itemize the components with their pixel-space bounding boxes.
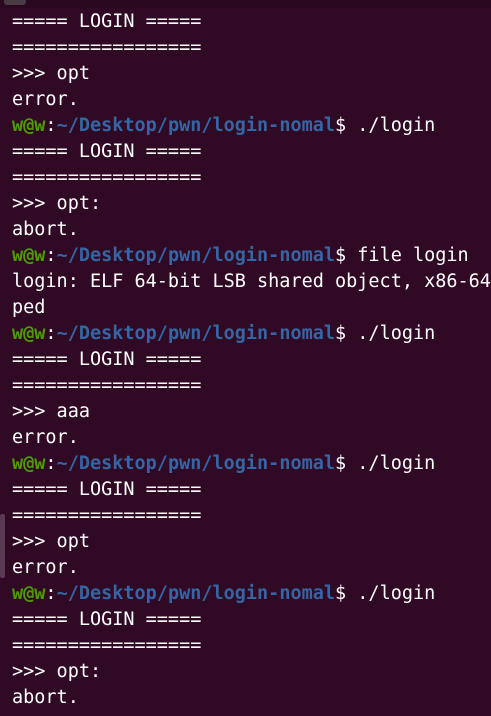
prompt-line: w@w:~/Desktop/pwn/login-nomal$ ./login bbox=[12, 113, 491, 139]
prompt-separator: : bbox=[45, 115, 57, 136]
prompt-separator: : bbox=[45, 323, 57, 344]
output-line: ===== LOGIN ===== bbox=[12, 349, 202, 370]
prompt-symbol: $ bbox=[335, 115, 347, 136]
output-line: >>> opt: bbox=[12, 661, 102, 682]
prompt-user-host: w@w bbox=[12, 583, 46, 604]
prompt-separator: : bbox=[45, 453, 57, 474]
output-line: login: ELF 64-bit LSB shared object, x86… bbox=[12, 271, 491, 292]
prompt-command: file login bbox=[346, 245, 469, 266]
prompt-line: w@w:~/Desktop/pwn/login-nomal$ ./login bbox=[12, 451, 491, 477]
output-line: ================= bbox=[12, 505, 202, 526]
output-line: ================= bbox=[12, 375, 202, 396]
prompt-line: w@w:~/Desktop/pwn/login-nomal$ ./login bbox=[12, 321, 491, 347]
output-line: error. bbox=[12, 89, 79, 110]
output-line: ================= bbox=[12, 167, 202, 188]
prompt-path: ~/Desktop/pwn/login-nomal bbox=[56, 453, 336, 474]
prompt-symbol: $ bbox=[335, 245, 347, 266]
output-line: ===== LOGIN ===== bbox=[12, 11, 202, 32]
output-line: ===== LOGIN ===== bbox=[12, 479, 202, 500]
output-line: >>> opt bbox=[12, 63, 90, 84]
output-line: ================= bbox=[12, 635, 202, 656]
output-line: error. bbox=[12, 557, 79, 578]
prompt-command: ./login bbox=[346, 323, 436, 344]
prompt-command: ./login bbox=[346, 453, 436, 474]
prompt-command: ./login bbox=[346, 115, 436, 136]
output-line: abort. bbox=[12, 687, 79, 708]
output-line: >>> opt: bbox=[12, 193, 102, 214]
output-line: ===== LOGIN ===== bbox=[12, 609, 202, 630]
prompt-symbol: $ bbox=[335, 583, 347, 604]
prompt-separator: : bbox=[45, 245, 57, 266]
terminal-output: ===== LOGIN ===== ================= >>> op… bbox=[12, 9, 491, 711]
tab-handle[interactable] bbox=[4, 0, 26, 5]
prompt-user-host: w@w bbox=[12, 245, 46, 266]
output-line: ped bbox=[12, 297, 46, 318]
output-line: >>> opt bbox=[12, 531, 90, 552]
output-line: ================= bbox=[12, 37, 202, 58]
prompt-separator: : bbox=[45, 583, 57, 604]
prompt-line: w@w:~/Desktop/pwn/login-nomal$ file logi… bbox=[12, 243, 491, 269]
prompt-path: ~/Desktop/pwn/login-nomal bbox=[56, 323, 336, 344]
prompt-symbol: $ bbox=[335, 323, 347, 344]
prompt-command: ./login bbox=[346, 583, 436, 604]
output-line: ===== LOGIN ===== bbox=[12, 141, 202, 162]
output-line: abort. bbox=[12, 219, 79, 240]
prompt-user-host: w@w bbox=[12, 453, 46, 474]
terminal-window[interactable]: ===== LOGIN ===== ================= >>> op… bbox=[0, 0, 491, 716]
scrollbar-indicator[interactable] bbox=[0, 514, 5, 578]
prompt-symbol: $ bbox=[335, 453, 347, 474]
prompt-user-host: w@w bbox=[12, 323, 46, 344]
prompt-path: ~/Desktop/pwn/login-nomal bbox=[56, 583, 336, 604]
prompt-path: ~/Desktop/pwn/login-nomal bbox=[56, 245, 336, 266]
output-line: >>> aaa bbox=[12, 401, 90, 422]
prompt-line: w@w:~/Desktop/pwn/login-nomal$ ./login bbox=[12, 581, 491, 607]
prompt-user-host: w@w bbox=[12, 115, 46, 136]
output-line: error. bbox=[12, 427, 79, 448]
terminal-top-bar bbox=[0, 0, 491, 8]
prompt-path: ~/Desktop/pwn/login-nomal bbox=[56, 115, 336, 136]
